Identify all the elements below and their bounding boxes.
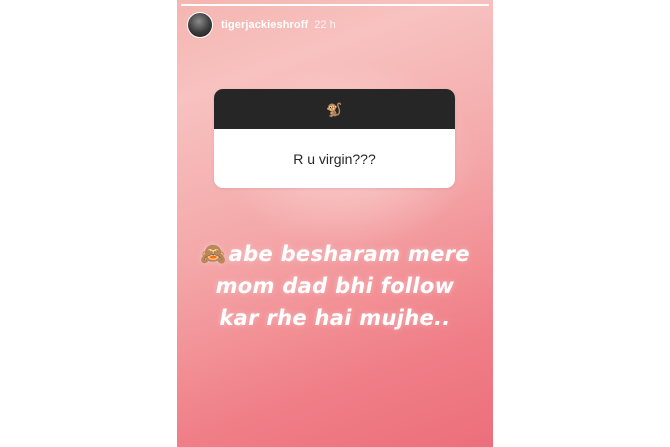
reply-line-3: kar rhe hai mujhe..	[219, 306, 451, 330]
question-text: R u virgin???	[293, 150, 376, 167]
question-sticker-card: 🐒 R u virgin???	[214, 89, 455, 188]
reply-line-2: mom dad bhi follow	[215, 274, 455, 298]
avatar[interactable]	[187, 12, 213, 38]
reply-line-1-text: abe besharam mere	[228, 242, 470, 266]
story-header: tigerjackieshroff 22 h	[187, 12, 336, 38]
instagram-story[interactable]: tigerjackieshroff 22 h 🐒 R u virgin??? 🙈…	[177, 0, 493, 447]
see-no-evil-monkey-icon: 🙈	[200, 242, 227, 266]
page: tigerjackieshroff 22 h 🐒 R u virgin??? 🙈…	[0, 0, 670, 447]
question-card-header: 🐒	[214, 89, 455, 129]
reply-line-1: 🙈abe besharam mere	[177, 238, 493, 270]
post-time: 22 h	[314, 19, 336, 31]
monkey-icon: 🐒	[326, 101, 343, 117]
story-progress-bar	[181, 4, 489, 6]
username[interactable]: tigerjackieshroff	[221, 19, 308, 31]
reply-text-block: 🙈abe besharam mere mom dad bhi follow ka…	[177, 238, 493, 334]
story-progress-fill	[181, 4, 489, 6]
question-card-body: R u virgin???	[214, 129, 455, 188]
